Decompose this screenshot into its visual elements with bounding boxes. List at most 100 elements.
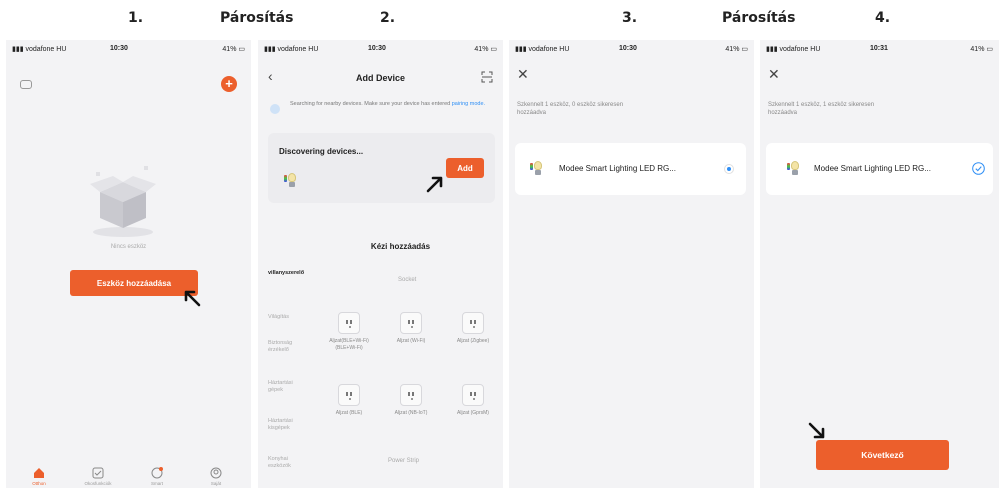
socket-icon: [338, 384, 360, 406]
socket-item[interactable]: Aljzat (NB-IoT): [386, 384, 436, 428]
screen-4-added: ▮▮▮ vodafone HU 10:31 41% ▭ ✕ Szkennelt …: [760, 40, 999, 488]
spinner-dot: [727, 167, 731, 171]
manual-add-title: Kézi hozzáadás: [370, 242, 431, 251]
status-bar: ▮▮▮ vodafone HU 10:30 41% ▭: [258, 40, 503, 58]
step-2-label: 2.: [380, 10, 396, 26]
battery-label: 41% ▭: [970, 46, 993, 53]
category-lighting[interactable]: Világítás: [268, 314, 308, 321]
tab-home[interactable]: Otthon: [19, 467, 59, 486]
socket-label: Aljzat (Wi-Fi): [396, 338, 426, 344]
socket-item[interactable]: Aljzat (Zigbee): [448, 312, 498, 356]
socket-icon: [338, 312, 360, 334]
checkbox-icon: [92, 467, 104, 479]
bulb-icon: [787, 161, 800, 177]
category-security-sensor[interactable]: Biztonság érzékelő: [268, 340, 308, 354]
socket-label: Aljzat (BLE): [335, 410, 363, 416]
search-info: Searching for nearby devices. Make sure …: [290, 101, 496, 108]
search-indicator-icon: [270, 104, 280, 114]
smart-icon: [151, 467, 163, 479]
scan-status-text: Szkennelt 1 eszköz, 0 eszköz sikeresen h…: [517, 102, 624, 117]
socket-icon: [462, 312, 484, 334]
category-home-appliances[interactable]: Háztartási gépek: [268, 380, 308, 394]
carrier-label: ▮▮▮ vodafone HU: [515, 46, 570, 53]
next-button[interactable]: Következő: [816, 440, 949, 470]
profile-icon: [210, 467, 222, 479]
status-bar: ▮▮▮ vodafone HU 10:31 41% ▭: [760, 40, 999, 58]
tab-home-label: Otthon: [32, 481, 46, 486]
step-1-label: 1.: [128, 10, 144, 26]
home-menu-icon[interactable]: [20, 80, 32, 89]
socket-item[interactable]: Aljzat (BLE): [324, 384, 374, 428]
battery-icon: ▭: [741, 46, 748, 53]
carrier-label: ▮▮▮ vodafone HU: [12, 46, 67, 53]
home-icon: [34, 468, 44, 478]
empty-box-icon: [90, 166, 156, 237]
pointer-arrow-icon: [184, 290, 201, 307]
signal-icon: ▮▮▮: [264, 46, 278, 53]
add-device-button[interactable]: Eszköz hozzáadása: [70, 270, 198, 296]
status-bar: ▮▮▮ vodafone HU 10:30 41% ▭: [509, 40, 754, 58]
carrier-label: ▮▮▮ vodafone HU: [766, 46, 821, 53]
battery-label: 41% ▭: [474, 46, 497, 53]
close-icon[interactable]: ✕: [517, 66, 529, 83]
clock: 10:30: [110, 45, 128, 52]
pairing-heading-right: Párosítás: [722, 10, 796, 26]
discovering-title: Discovering devices...: [279, 147, 364, 156]
loading-spinner-icon: [724, 164, 734, 174]
battery-label: 41% ▭: [725, 46, 748, 53]
pointer-arrow-icon: [426, 176, 443, 193]
page-title: Add Device: [355, 73, 406, 83]
pointer-arrow-icon: [808, 422, 825, 439]
empty-state-text: Nincs eszköz: [110, 244, 147, 250]
add-discovered-button[interactable]: Add: [446, 158, 484, 178]
socket-item[interactable]: Aljzat (Wi-Fi): [386, 312, 436, 356]
socket-icon: [400, 312, 422, 334]
power-strip-header: Power Strip: [388, 458, 420, 464]
device-name: Modee Smart Lighting LED RG...: [814, 164, 931, 173]
tab-smart-functions-label: Okosfunkciók: [84, 481, 112, 486]
battery-icon: ▭: [490, 46, 497, 53]
socket-item[interactable]: Aljzat (GprsM): [448, 384, 498, 428]
clock: 10:30: [619, 45, 637, 52]
device-card[interactable]: Modee Smart Lighting LED RG...: [515, 143, 746, 195]
add-plus-icon[interactable]: +: [221, 76, 237, 92]
signal-icon: ▮▮▮: [515, 46, 529, 53]
scan-status-text: Szkennelt 1 eszköz, 1 eszköz sikeresen h…: [768, 102, 875, 117]
tab-smart[interactable]: Smart: [137, 467, 177, 486]
socket-label: Aljzat (Zigbee): [456, 338, 490, 344]
socket-label: Aljzat (GprsM): [457, 410, 489, 416]
socket-icon: [462, 384, 484, 406]
tab-smart-label: Smart: [150, 481, 163, 486]
device-card[interactable]: Modee Smart Lighting LED RG...: [766, 143, 993, 195]
tab-profile[interactable]: Saját: [196, 467, 236, 486]
carrier-label: ▮▮▮ vodafone HU: [264, 46, 319, 53]
screen-1-home: ▮▮▮ vodafone HU 10:30 41% ▭ + Nincs eszk…: [6, 40, 251, 488]
scan-icon[interactable]: [481, 71, 493, 83]
signal-icon: ▮▮▮: [766, 46, 780, 53]
screen-2-add-device: ▮▮▮ vodafone HU 10:30 41% ▭ ‹ Add Device…: [258, 40, 503, 488]
category-kitchen[interactable]: Konyhai eszközök: [268, 456, 308, 470]
bulb-icon: [530, 161, 543, 177]
battery-icon: ▭: [238, 46, 245, 53]
check-circle-icon: [972, 162, 985, 175]
signal-icon: ▮▮▮: [12, 46, 26, 53]
pairing-mode-link[interactable]: pairing mode.: [452, 101, 485, 107]
close-icon[interactable]: ✕: [768, 66, 780, 83]
step-4-label: 4.: [875, 10, 891, 26]
battery-icon: ▭: [986, 46, 993, 53]
socket-item[interactable]: Aljzat(BLE+Wi-Fi) (BLE+Wi-Fi): [324, 312, 374, 356]
category-electrician[interactable]: villanyszerelő: [268, 270, 308, 277]
socket-label: Aljzat(BLE+Wi-Fi) (BLE+Wi-Fi): [329, 338, 369, 351]
tab-smart-functions[interactable]: Okosfunkciók: [78, 467, 118, 486]
pairing-heading-left: Párosítás: [220, 10, 294, 26]
tab-profile-label: Saját: [210, 481, 222, 486]
device-name: Modee Smart Lighting LED RG...: [559, 164, 676, 173]
search-info-text: Searching for nearby devices. Make sure …: [290, 101, 451, 107]
bulb-icon: [284, 173, 297, 189]
socket-header: Socket: [398, 277, 417, 283]
battery-label: 41% ▭: [222, 46, 245, 53]
category-small-appliances[interactable]: Háztartási kisgépek: [268, 418, 308, 432]
socket-label: Aljzat (NB-IoT): [394, 410, 428, 416]
status-bar: ▮▮▮ vodafone HU 10:30 41% ▭: [6, 40, 251, 58]
discovering-card: Discovering devices... Add: [268, 133, 495, 203]
